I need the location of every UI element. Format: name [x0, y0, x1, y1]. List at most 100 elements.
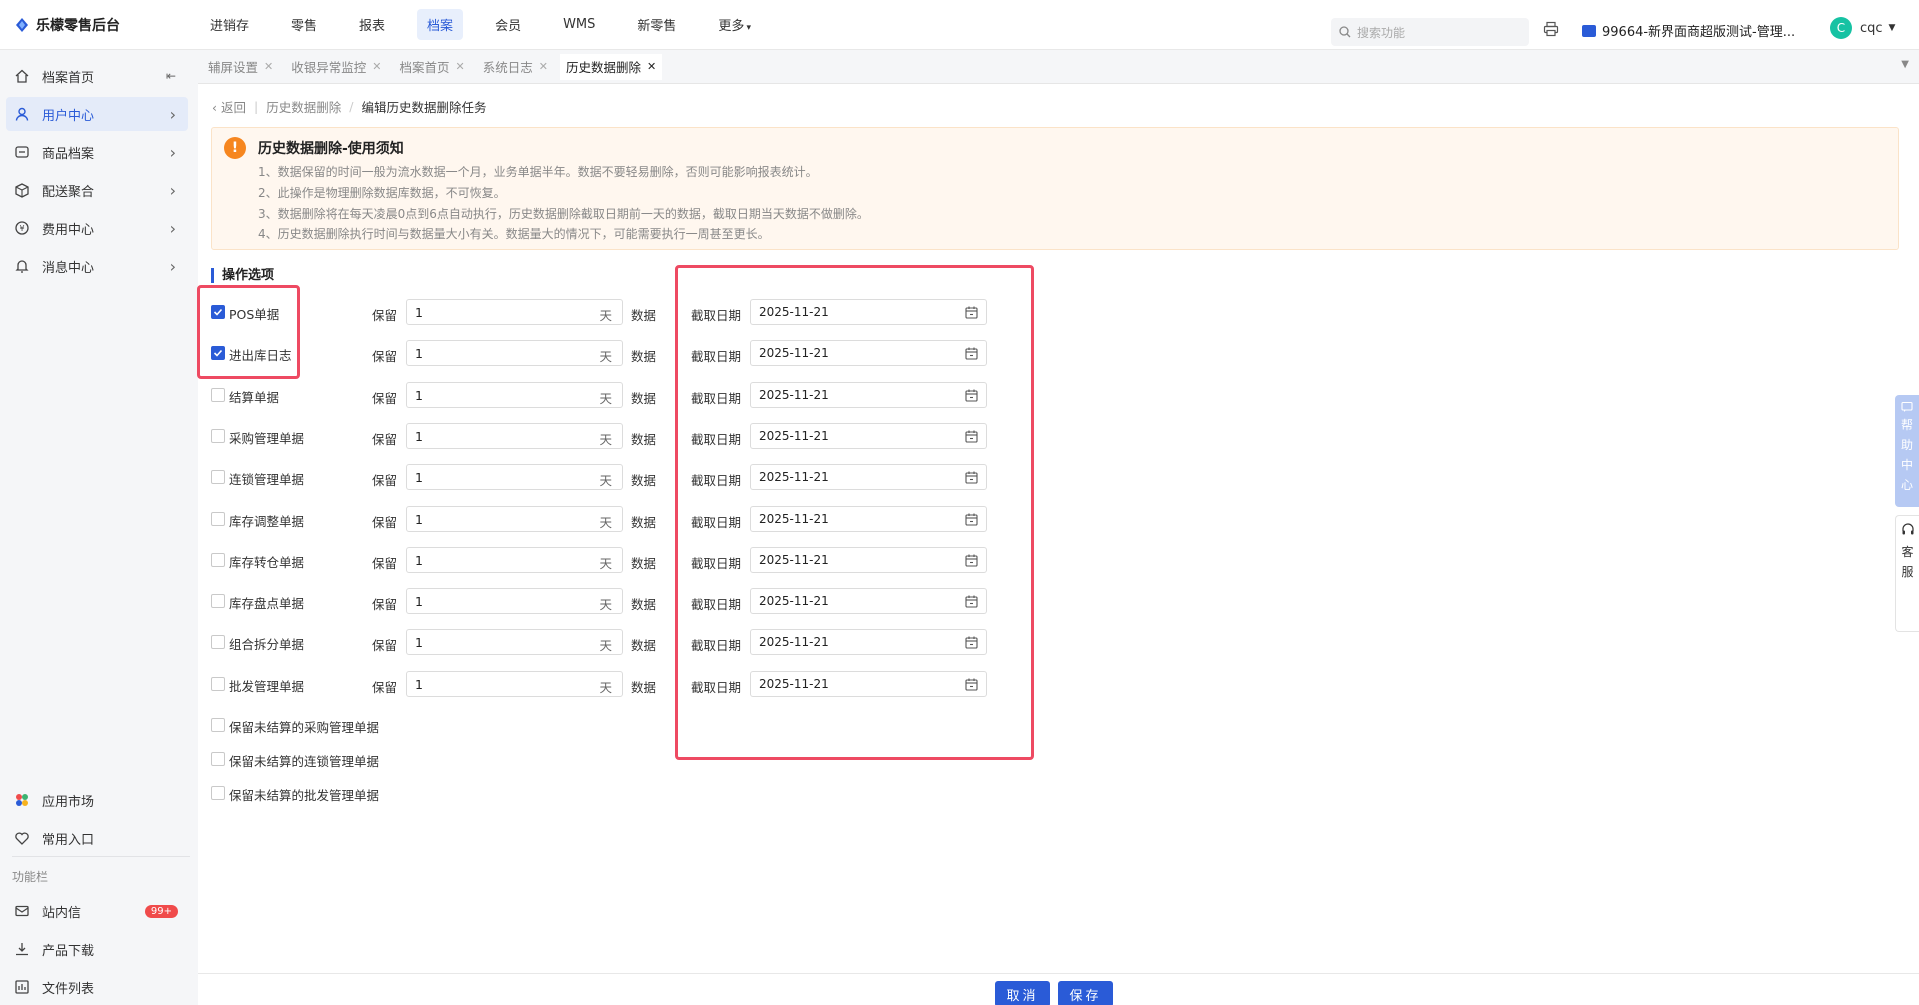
collapse-icon[interactable]: ⇤ — [166, 69, 176, 83]
calendar-icon[interactable] — [965, 389, 978, 406]
keep-days-input[interactable]: 1天 — [406, 340, 623, 367]
sidebar-item[interactable]: 配送聚合 › — [6, 173, 188, 207]
option-checkbox[interactable] — [211, 511, 225, 526]
user-name: cqc — [1860, 20, 1883, 36]
customer-service-button[interactable]: 客服 — [1895, 515, 1919, 632]
calendar-icon[interactable] — [965, 678, 978, 695]
chevron-right-icon: › — [169, 104, 176, 124]
warning-icon: ! — [224, 137, 246, 159]
sidebar-item[interactable]: 消息中心 › — [6, 249, 188, 283]
keep-days-input[interactable]: 1天 — [406, 588, 623, 615]
cut-date-value: 2025-11-21 — [759, 387, 829, 402]
nav-item[interactable]: 进销存 — [200, 9, 259, 40]
sidebar-item[interactable]: 应用市场 — [6, 783, 188, 817]
close-icon[interactable]: ✕ — [455, 60, 464, 73]
tabs-dropdown-icon[interactable]: ▼ — [1901, 59, 1909, 70]
calendar-icon[interactable] — [965, 636, 978, 653]
sidebar-item[interactable]: 常用入口 — [6, 821, 188, 855]
nav-item-label: WMS — [563, 17, 596, 32]
close-icon[interactable]: ✕ — [647, 60, 656, 73]
cut-date-picker[interactable]: 2025-11-21 — [750, 464, 987, 491]
cut-date-picker[interactable]: 2025-11-21 — [750, 629, 987, 656]
tab[interactable]: 系统日志 ✕ — [476, 53, 554, 80]
sidebar-item[interactable]: ¥ 费用中心 › — [6, 211, 188, 245]
avatar: C — [1830, 17, 1852, 39]
close-icon[interactable]: ✕ — [372, 60, 381, 73]
calendar-icon[interactable] — [965, 306, 978, 323]
option-checkbox[interactable] — [211, 552, 225, 567]
app-logo[interactable]: 乐檬零售后台 — [0, 15, 200, 35]
tab[interactable]: 历史数据删除 ✕ — [559, 53, 663, 80]
keep-days-input[interactable]: 1天 — [406, 505, 623, 532]
keep-days-input[interactable]: 1天 — [406, 422, 623, 449]
keep-days-input[interactable]: 1天 — [406, 670, 623, 697]
cut-date-picker[interactable]: 2025-11-21 — [750, 670, 987, 697]
nav-item[interactable]: 档案 — [417, 9, 464, 40]
option-checkbox[interactable] — [211, 305, 225, 319]
notice-title: 历史数据删除-使用须知 — [258, 141, 404, 157]
sidebar-item-label: 配送聚合 — [42, 184, 95, 200]
search-input[interactable]: 搜索功能 — [1331, 18, 1529, 46]
option-checkbox[interactable] — [211, 387, 225, 402]
close-icon[interactable]: ✕ — [539, 60, 548, 73]
cut-date-picker[interactable]: 2025-11-21 — [750, 340, 987, 367]
keep-days-input[interactable]: 1天 — [406, 464, 623, 491]
sidebar-item[interactable]: 用户中心 › — [6, 97, 188, 131]
cut-date-picker[interactable]: 2025-11-21 — [750, 422, 987, 449]
sidebar-item[interactable]: 文件列表 — [6, 970, 188, 1004]
option-checkbox[interactable] — [211, 470, 225, 485]
keep-days-input[interactable]: 1天 — [406, 299, 623, 325]
keep-days-input[interactable]: 1天 — [406, 546, 623, 573]
calendar-icon[interactable] — [965, 554, 978, 571]
tab[interactable]: 辅屏设置 ✕ — [202, 53, 280, 80]
nav-item[interactable]: 零售 — [281, 9, 327, 40]
option-checkbox[interactable] — [211, 346, 225, 361]
option-checkbox[interactable] — [211, 718, 225, 732]
store-selector[interactable]: 99664-新界面商超版测试-管理... — [1582, 21, 1795, 40]
fee-icon: ¥ — [14, 220, 30, 236]
breadcrumb-parent[interactable]: 历史数据删除 — [266, 97, 341, 116]
cut-date-value: 2025-11-21 — [759, 305, 829, 319]
nav-item[interactable]: WMS — [553, 11, 605, 38]
option-checkbox[interactable] — [211, 676, 225, 691]
calendar-icon[interactable] — [965, 595, 978, 612]
help-center-button[interactable]: 帮助中心 — [1895, 395, 1919, 507]
option-checkbox[interactable] — [211, 428, 225, 443]
tab[interactable]: 档案首页 ✕ — [393, 53, 471, 80]
close-icon[interactable]: ✕ — [264, 60, 273, 73]
nav-item[interactable]: 新零售 — [627, 9, 686, 40]
option-label: 组合拆分单据 — [229, 637, 305, 653]
sidebar-item[interactable]: 站内信 99+ — [6, 894, 188, 928]
option-checkbox[interactable] — [211, 594, 225, 609]
sidebar-item[interactable]: 商品档案 › — [6, 135, 188, 169]
printer-icon[interactable] — [1543, 21, 1559, 37]
sidebar-item[interactable]: 档案首页 ⇤ — [6, 59, 188, 93]
calendar-icon[interactable] — [965, 513, 978, 530]
sidebar-item[interactable]: 产品下载 — [6, 932, 188, 966]
cut-date-picker[interactable]: 2025-11-21 — [750, 299, 987, 325]
option-checkbox[interactable] — [211, 752, 225, 766]
nav-item[interactable]: 更多 ▾ — [708, 9, 761, 40]
nav-item[interactable]: 报表 — [349, 9, 395, 40]
keep-days-input[interactable]: 1天 — [406, 629, 623, 656]
headset-icon — [1901, 523, 1914, 535]
sidebar-item-label: 档案首页 — [42, 70, 95, 86]
back-link[interactable]: ‹ 返回 — [212, 97, 246, 116]
nav-item[interactable]: 会员 — [485, 9, 531, 40]
cut-date-picker[interactable]: 2025-11-21 — [750, 588, 987, 615]
tab[interactable]: 收银异常监控 ✕ — [285, 53, 388, 80]
cut-date-picker[interactable]: 2025-11-21 — [750, 381, 987, 408]
keep-days-input[interactable]: 1天 — [406, 381, 623, 408]
cancel-button[interactable]: 取消 — [995, 981, 1050, 1005]
option-checkbox[interactable] — [211, 786, 225, 800]
cut-date-picker[interactable]: 2025-11-21 — [750, 546, 987, 573]
calendar-icon[interactable] — [965, 347, 978, 364]
cut-date-picker[interactable]: 2025-11-21 — [750, 505, 987, 532]
calendar-icon[interactable] — [965, 430, 978, 447]
calendar-icon[interactable] — [965, 471, 978, 488]
user-menu[interactable]: C cqc ▼ — [1830, 17, 1895, 39]
breadcrumb-slash: / — [349, 99, 354, 114]
cut-date-label: 截取日期 — [691, 308, 742, 323]
option-checkbox[interactable] — [211, 635, 225, 650]
save-button[interactable]: 保存 — [1058, 981, 1113, 1005]
